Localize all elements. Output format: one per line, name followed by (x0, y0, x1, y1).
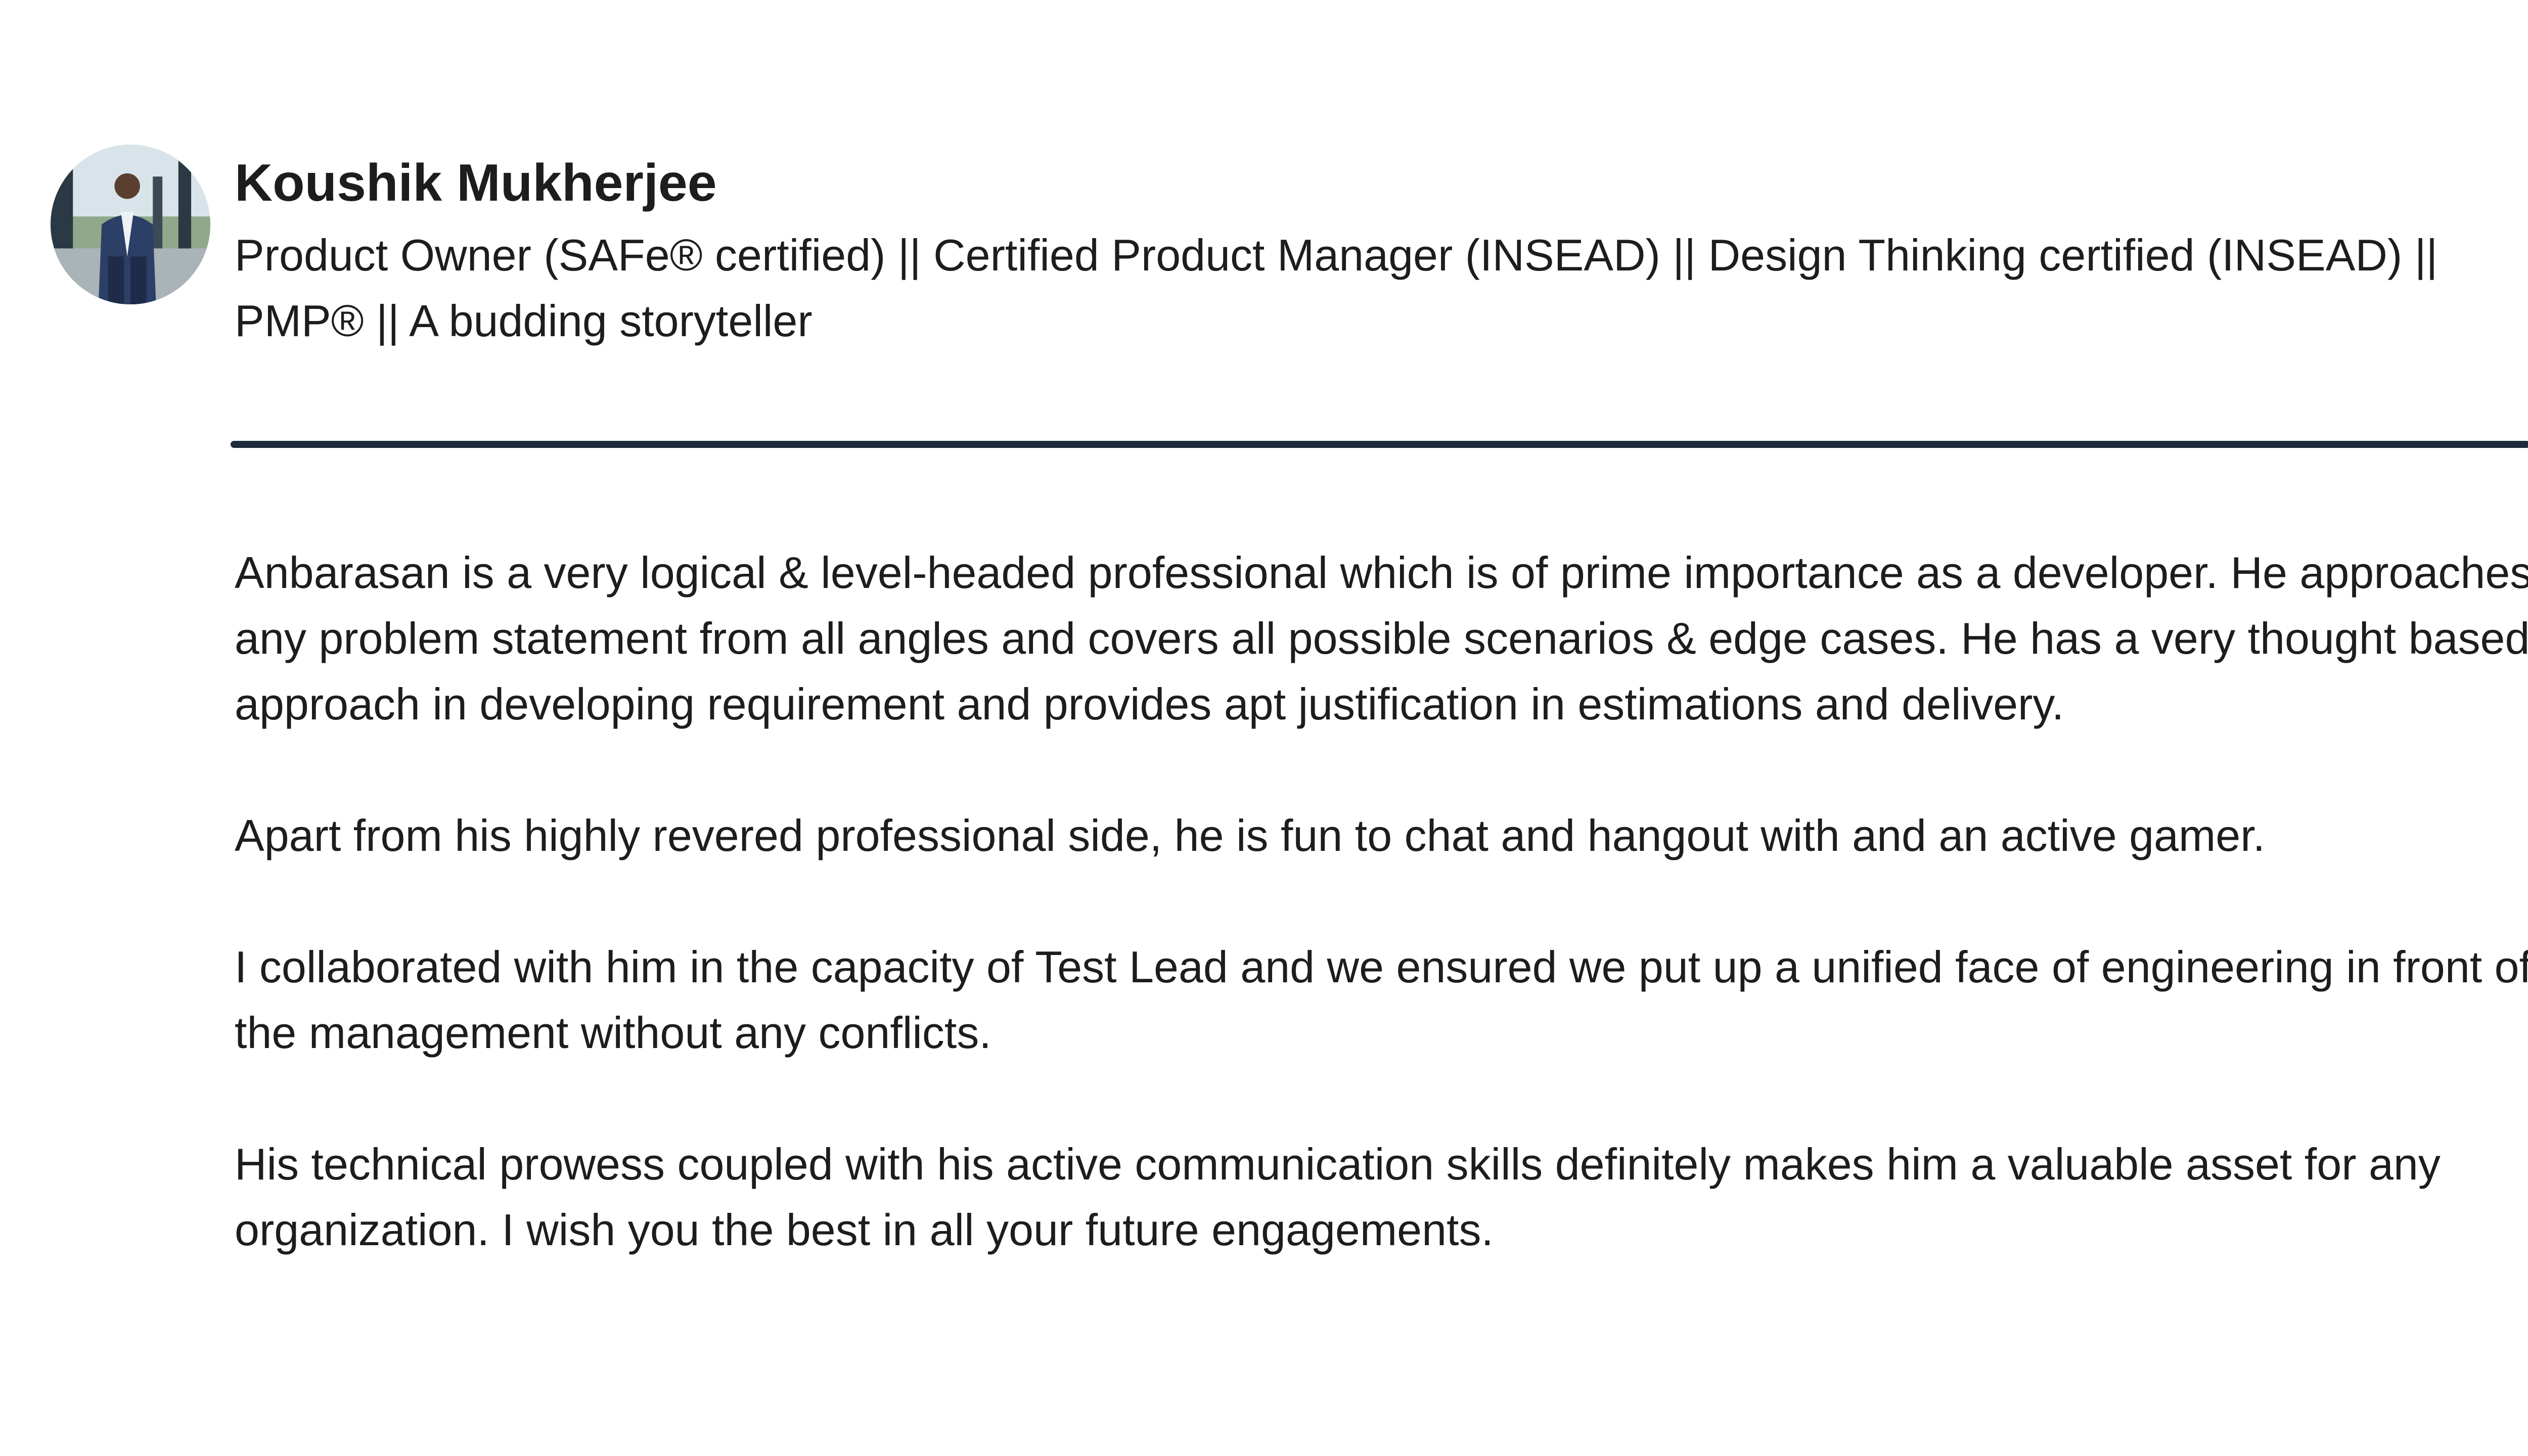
recommender-headline: Product Owner (SAFe® certified) || Certi… (235, 230, 2438, 346)
recommendation-card: Koushik Mukherjee Product Owner (SAFe® c… (0, 0, 2528, 1456)
recommendation-paragraph: Anbarasan is a very logical & level-head… (235, 548, 2528, 729)
divider (231, 441, 2528, 448)
recommendation-paragraph: Apart from his highly revered profession… (235, 810, 2266, 860)
recommendation-paragraph: I collaborated with him in the capacity … (235, 942, 2528, 1058)
recommendation-text: Anbarasan is a very logical & level-head… (235, 540, 2528, 1263)
avatar[interactable] (51, 145, 210, 304)
recommendation-paragraph: His technical prowess coupled with his a… (235, 1139, 2441, 1255)
profile-photo-icon (51, 145, 210, 304)
recommender-name[interactable]: Koushik Mukherjee (235, 152, 717, 215)
